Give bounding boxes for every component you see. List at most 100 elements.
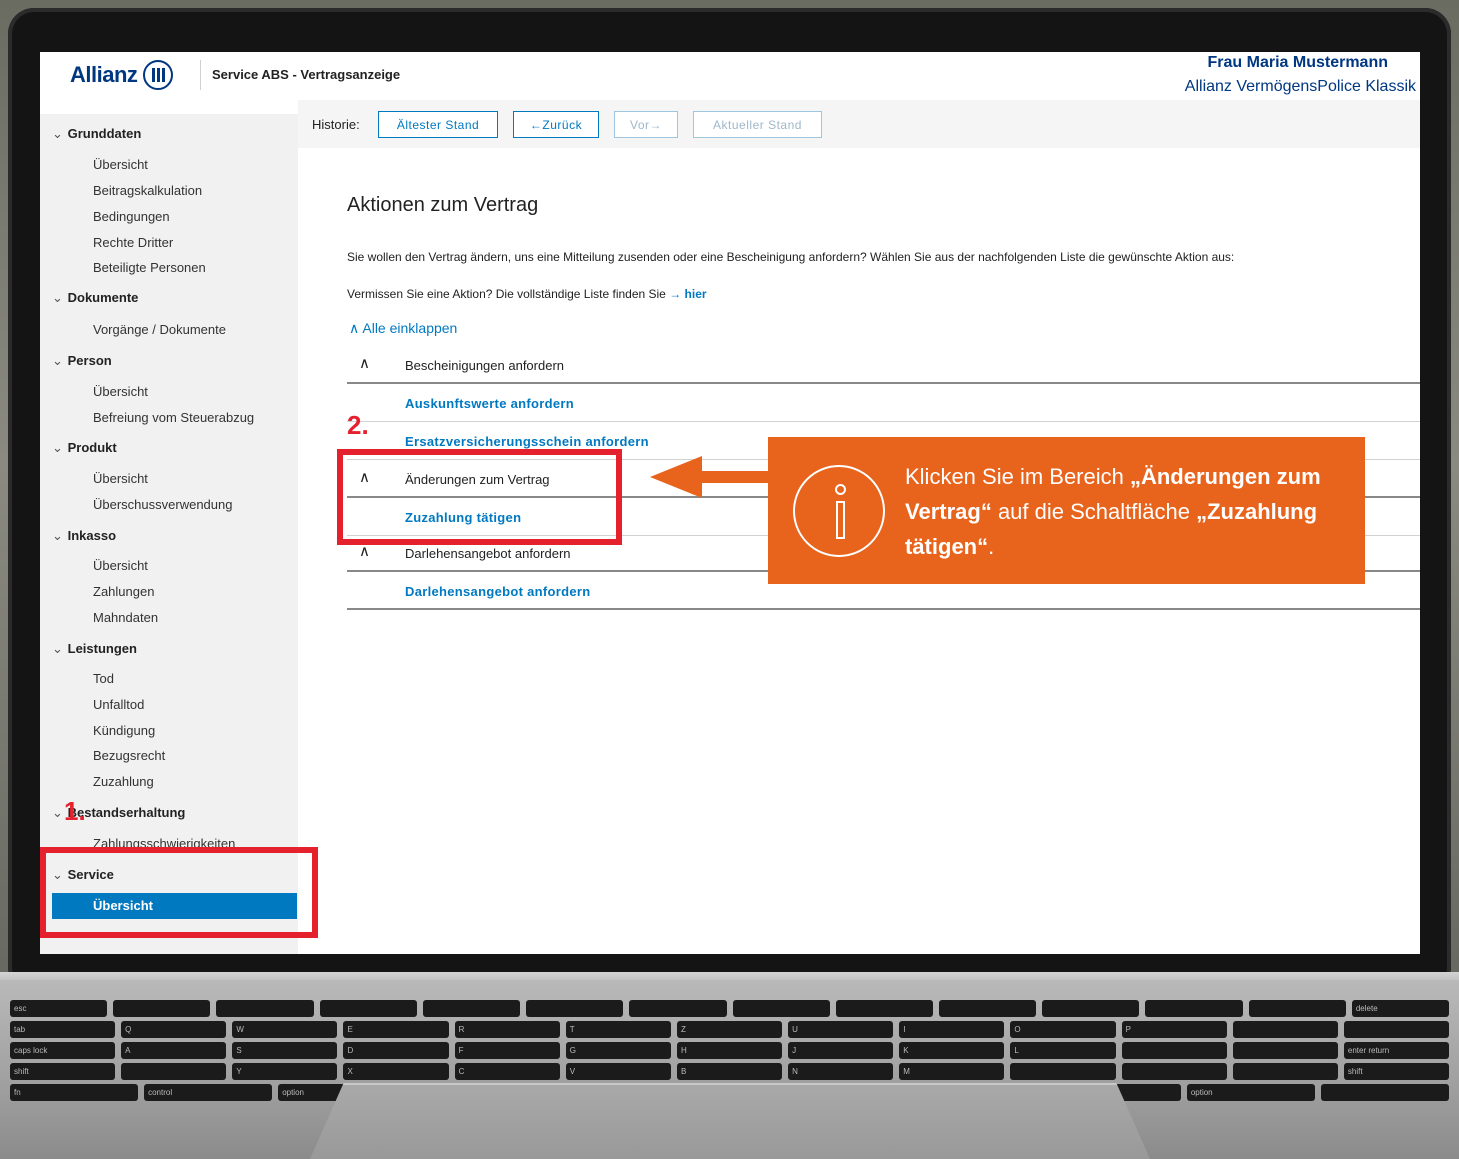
- key: L: [1010, 1042, 1116, 1059]
- key: X: [343, 1063, 449, 1080]
- step-number-2: 2.: [347, 410, 369, 440]
- callout-text-part: auf die Schaltfläche: [991, 499, 1197, 524]
- sidebar-item-unfalltod[interactable]: Unfalltod: [93, 697, 144, 712]
- sidebar-item-zuzahlung[interactable]: Zuzahlung: [93, 774, 154, 789]
- key: U: [788, 1021, 894, 1038]
- missing-action-text: Vermissen Sie eine Aktion? Die vollständ…: [347, 287, 707, 301]
- sidebar-item-person-uebersicht[interactable]: Übersicht: [93, 384, 148, 399]
- sidebar-item-grunddaten-uebersicht[interactable]: Übersicht: [93, 157, 148, 172]
- key: delete: [1351, 1000, 1450, 1017]
- key: S: [232, 1042, 338, 1059]
- key: [526, 1000, 624, 1017]
- sidebar-section-person[interactable]: ⌄ Person: [52, 353, 112, 369]
- keyboard-row: shift Y X C V B N M shift: [10, 1063, 1450, 1080]
- group-header-bescheinigungen[interactable]: ∧ Bescheinigungen anfordern: [347, 348, 1420, 384]
- full-list-link[interactable]: → hier: [669, 287, 706, 301]
- chevron-down-icon: ⌄: [52, 528, 63, 543]
- sidebar-section-label: Person: [67, 353, 112, 368]
- contract-product: Allianz VermögensPolice Klassik: [1184, 78, 1416, 95]
- key: M: [899, 1063, 1005, 1080]
- key: Q: [121, 1021, 227, 1038]
- info-callout: Klicken Sie im Bereich „Änderungen zum V…: [768, 437, 1365, 584]
- key: [1343, 1021, 1450, 1038]
- sidebar-item-bedingungen[interactable]: Bedingungen: [93, 209, 170, 224]
- collapse-all-button[interactable]: ∧ Alle einklappen: [349, 320, 457, 337]
- trackpad: [310, 1083, 1150, 1159]
- sidebar-item-kuendigung[interactable]: Kündigung: [93, 723, 155, 738]
- key: Z: [676, 1021, 783, 1038]
- key: [1145, 1000, 1243, 1017]
- sidebar-section-grunddaten[interactable]: ⌄ Grunddaten: [52, 126, 141, 142]
- chevron-down-icon: ⌄: [52, 641, 63, 656]
- sidebar-item-beteiligte-personen[interactable]: Beteiligte Personen: [93, 260, 206, 275]
- oldest-state-button[interactable]: Ältester Stand: [378, 111, 498, 138]
- sidebar-item-mahndaten[interactable]: Mahndaten: [93, 610, 158, 625]
- brand-name: Allianz: [70, 62, 138, 87]
- key: A: [121, 1042, 227, 1059]
- key: fn: [10, 1084, 139, 1101]
- key: H: [676, 1042, 783, 1059]
- key: [121, 1063, 227, 1080]
- action-auskunftswerte-anfordern[interactable]: Auskunftswerte anfordern: [347, 386, 1420, 422]
- sidebar-item-zahlungen[interactable]: Zahlungen: [93, 584, 154, 599]
- missing-action-label: Vermissen Sie eine Aktion? Die vollständ…: [347, 287, 666, 301]
- sidebar-item-produkt-uebersicht[interactable]: Übersicht: [93, 471, 148, 486]
- sidebar-section-dokumente[interactable]: ⌄ Dokumente: [52, 290, 138, 306]
- group-label: Darlehensangebot anfordern: [405, 546, 571, 561]
- key: esc: [10, 1000, 108, 1017]
- key: W: [232, 1021, 338, 1038]
- key: P: [1121, 1021, 1227, 1038]
- chevron-down-icon: ⌄: [52, 353, 63, 368]
- sidebar-section-label: Inkasso: [67, 528, 117, 543]
- key: option: [1186, 1084, 1315, 1101]
- sidebar: ⌄ Grunddaten Übersicht Beitragskalkulati…: [40, 114, 298, 954]
- user-name: Frau Maria Mustermann: [1207, 54, 1388, 71]
- key: [422, 1000, 521, 1017]
- callout-text: Klicken Sie im Bereich „Änderungen zum V…: [905, 459, 1345, 564]
- sidebar-item-tod[interactable]: Tod: [93, 671, 114, 686]
- brand[interactable]: Allianz: [70, 60, 174, 90]
- key: E: [343, 1021, 449, 1038]
- sidebar-section-label: Dokumente: [67, 290, 139, 305]
- app-title: Service ABS - Vertragsanzeige: [212, 67, 401, 82]
- sidebar-section-produkt[interactable]: ⌄ Produkt: [52, 440, 117, 456]
- info-icon: [793, 465, 885, 557]
- header-divider: [200, 60, 201, 90]
- sidebar-section-inkasso[interactable]: ⌄ Inkasso: [52, 528, 116, 544]
- history-toolbar: Historie: Ältester Stand ←Zurück Vor→ Ak…: [298, 100, 1420, 148]
- sidebar-item-beitragskalkulation[interactable]: Beitragskalkulation: [93, 183, 202, 198]
- key: K: [899, 1042, 1005, 1059]
- chevron-down-icon: ⌄: [52, 805, 63, 820]
- keyboard-row: tab Q W E R T Z U I O P: [10, 1021, 1450, 1038]
- key: [1042, 1000, 1140, 1017]
- allianz-logo-icon: [143, 60, 174, 90]
- sidebar-item-bezugsrecht[interactable]: Bezugsrecht: [93, 748, 165, 763]
- sidebar-item-rechte-dritter[interactable]: Rechte Dritter: [93, 235, 173, 250]
- keyboard: esc delete tab Q W E R T Z U I O P caps …: [0, 996, 1459, 1101]
- sidebar-section-leistungen[interactable]: ⌄ Leistungen: [52, 641, 137, 657]
- key: enter return: [1343, 1042, 1450, 1059]
- sidebar-item-inkasso-uebersicht[interactable]: Übersicht: [93, 558, 148, 573]
- key: [1232, 1042, 1338, 1059]
- key: control: [144, 1084, 273, 1101]
- key: R: [454, 1021, 560, 1038]
- key: [938, 1000, 1037, 1017]
- sidebar-item-befreiung-steuerabzug[interactable]: Befreiung vom Steuerabzug: [93, 410, 254, 425]
- sidebar-item-ueberschussverwendung[interactable]: Überschussverwendung: [93, 497, 232, 512]
- action-label: Auskunftswerte anfordern: [405, 396, 575, 411]
- key: [835, 1000, 933, 1017]
- highlight-box-aenderungen: [337, 449, 622, 545]
- current-state-button[interactable]: Aktueller Stand: [693, 111, 822, 138]
- key: shift: [1343, 1063, 1450, 1080]
- key: caps lock: [10, 1042, 116, 1059]
- key: tab: [10, 1021, 116, 1038]
- arrow-left-icon: [650, 456, 702, 498]
- key: T: [565, 1021, 671, 1038]
- forward-button[interactable]: Vor→: [614, 111, 678, 138]
- key: [1232, 1021, 1338, 1038]
- sidebar-item-vorgaenge-dokumente[interactable]: Vorgänge / Dokumente: [93, 322, 226, 337]
- highlight-box-service: [40, 847, 318, 938]
- key: [1320, 1084, 1450, 1101]
- key: G: [565, 1042, 671, 1059]
- back-button[interactable]: ←Zurück: [513, 111, 599, 138]
